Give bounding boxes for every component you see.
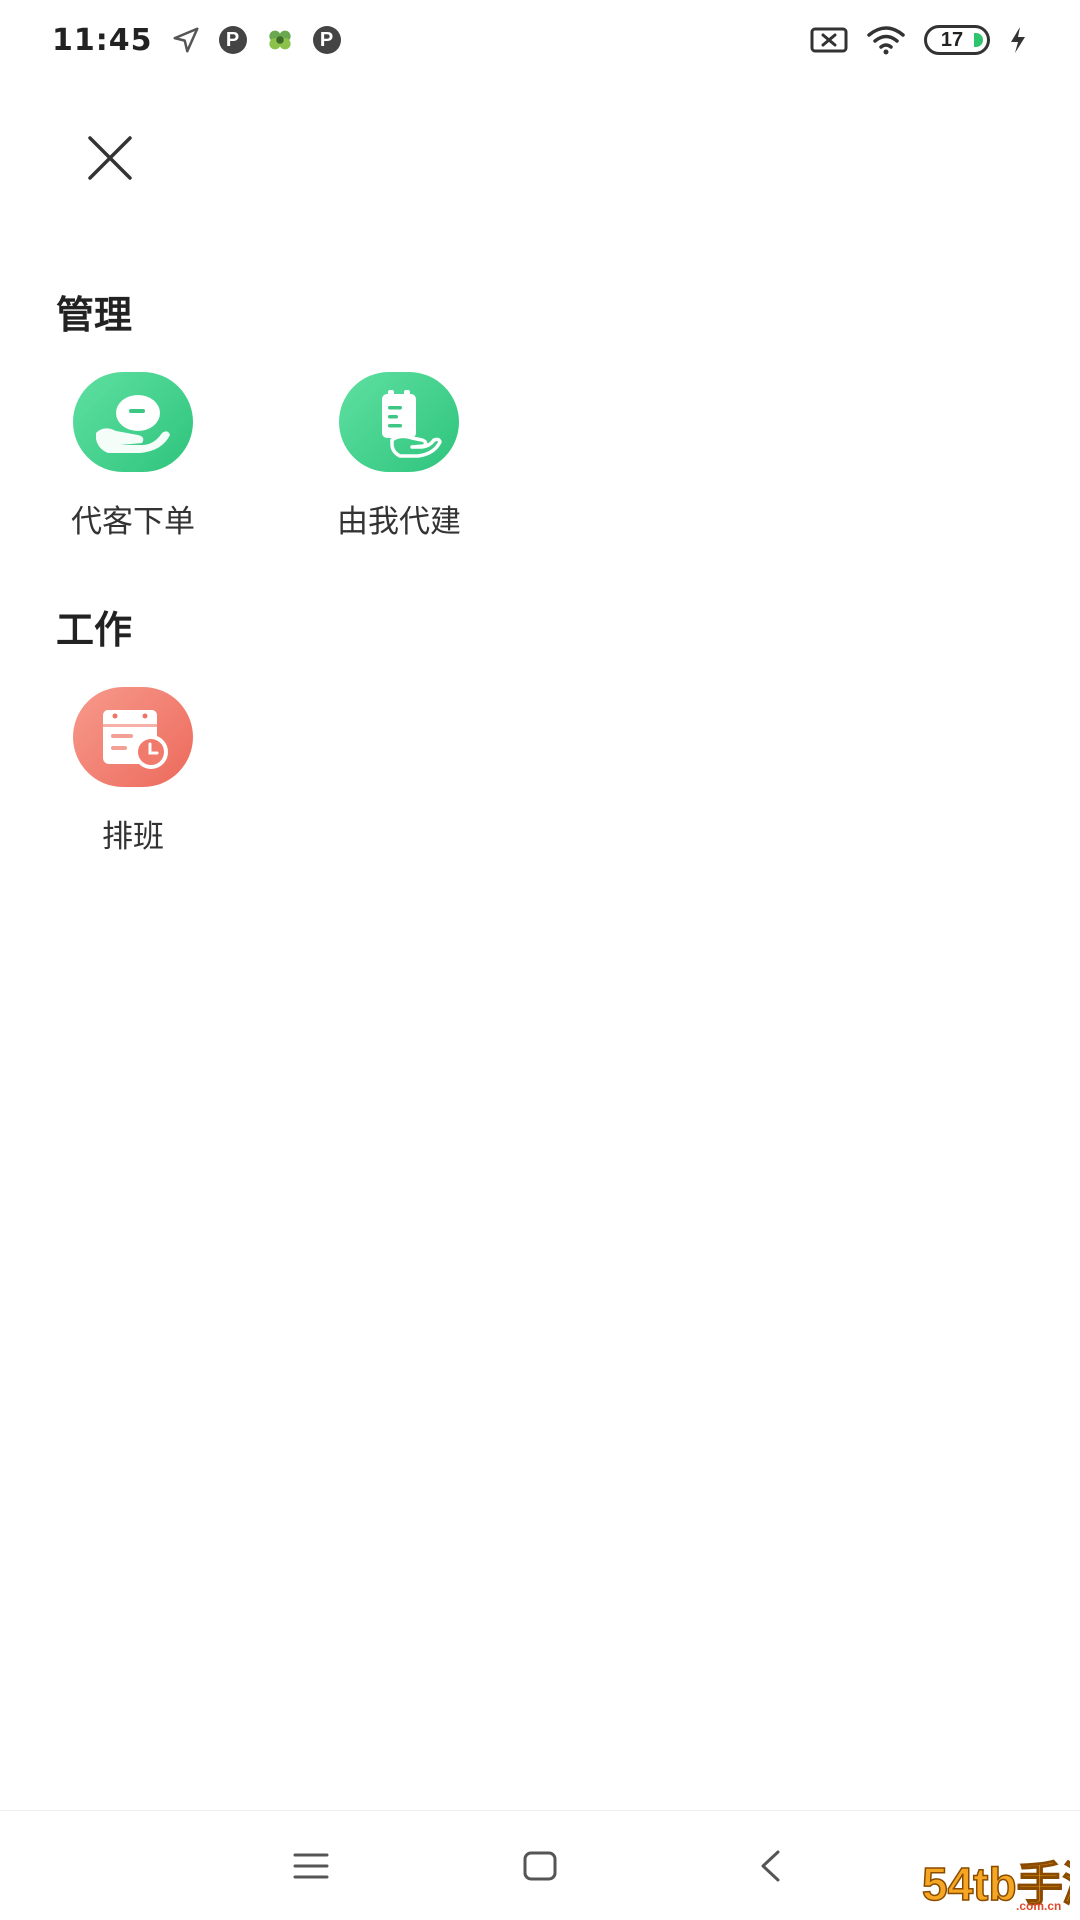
status-left: 11:45 P P (52, 23, 359, 58)
clover-icon (265, 25, 295, 55)
home-button[interactable] (505, 1831, 575, 1901)
close-icon (88, 136, 132, 180)
navigation-bar (0, 1810, 1080, 1920)
screen: 11:45 P P 17 管理 代客下单 由我代建 工作 排班 54tb手 .c… (0, 0, 1080, 1920)
charging-icon (1008, 25, 1028, 55)
section-title-work: 工作 (56, 608, 133, 652)
location-arrow-icon (171, 25, 201, 55)
sim-off-icon (810, 26, 848, 54)
home-square-icon (523, 1851, 557, 1881)
tile-scheduling[interactable]: 排班 (33, 687, 233, 867)
section-title-management: 管理 (56, 293, 133, 337)
calendar-clock-icon (73, 687, 193, 787)
hand-chat-icon (73, 372, 193, 472)
p-app-letter: P (312, 26, 341, 54)
battery-indicator: 17 (924, 25, 990, 55)
back-button[interactable] (735, 1831, 805, 1901)
watermark-logo: 54tb手游网 .com.cn (920, 1856, 1080, 1913)
menu-button[interactable] (276, 1831, 346, 1901)
p-app-letter: P (218, 26, 247, 54)
tile-order-for-customer[interactable]: 代客下单 (33, 372, 233, 552)
battery-fill (974, 33, 983, 47)
status-bar: 11:45 P P 17 (0, 0, 1080, 80)
close-button[interactable] (80, 128, 140, 188)
tile-label: 排班 (102, 819, 164, 855)
watermark-sub: .com.cn (1016, 1899, 1061, 1912)
p-app-icon: P (218, 26, 247, 54)
tile-label: 由我代建 (337, 504, 461, 540)
status-time: 11:45 (52, 22, 153, 58)
tile-label: 代客下单 (71, 504, 195, 540)
battery-level: 17 (940, 28, 964, 51)
battery-icon: 17 (924, 25, 990, 55)
back-chevron-icon (761, 1850, 780, 1882)
tile-built-by-me[interactable]: 由我代建 (299, 372, 499, 552)
hand-clipboard-icon (339, 372, 459, 472)
p-app-icon: P (312, 26, 341, 54)
status-right: 17 (792, 25, 1028, 55)
wifi-icon (866, 25, 906, 55)
menu-icon (293, 1853, 329, 1879)
